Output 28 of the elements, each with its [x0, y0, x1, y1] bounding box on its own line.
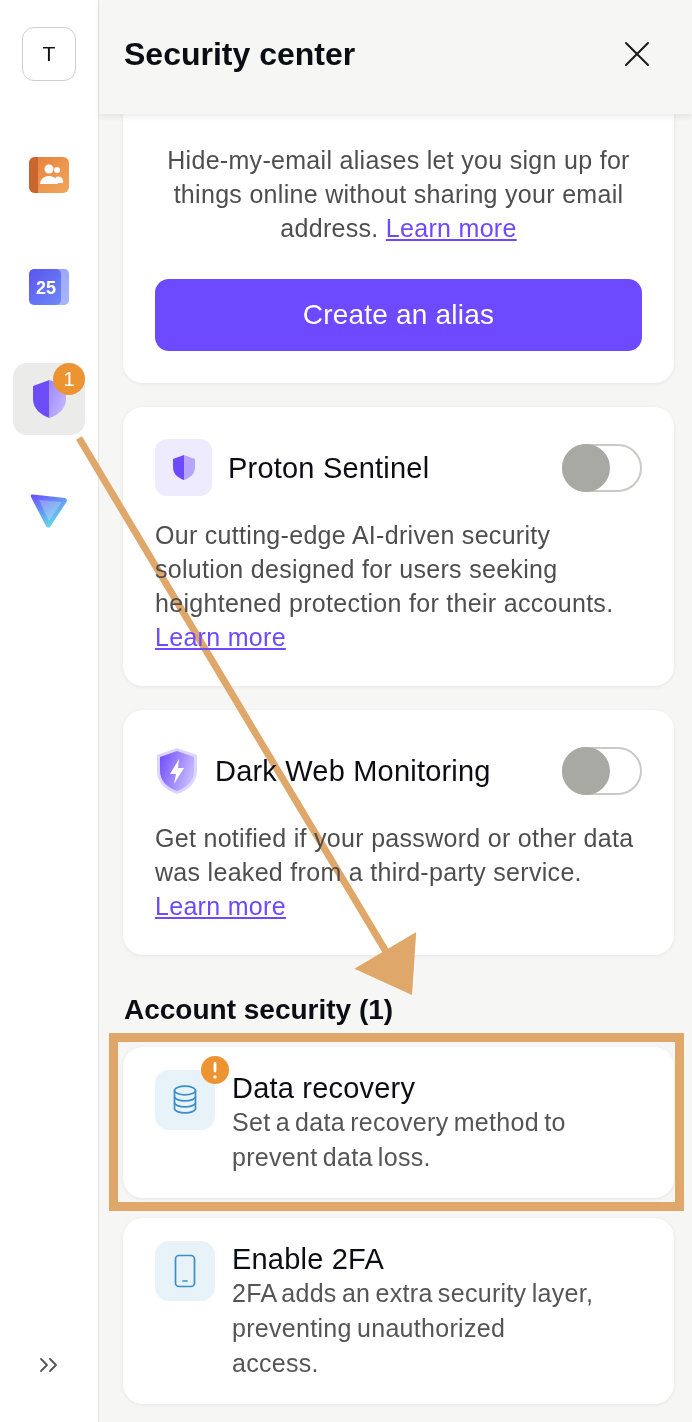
feature-title: Proton Sentinel — [228, 450, 430, 485]
account-item-card[interactable]: Enable 2FA 2FA adds an extra security layer, preventing unauthorized access. — [123, 1218, 674, 1404]
avatar-button[interactable]: T — [22, 27, 76, 81]
section-heading: Account security (1) — [124, 993, 395, 1027]
notification-badge: 1 — [53, 363, 85, 395]
feature-title: Dark Web Monitoring — [215, 753, 491, 788]
create-alias-button[interactable]: Create an alias — [155, 279, 642, 351]
description-text: Hide-my-email aliases let you sign up for things online without sharing your email address. Learn more — [166, 145, 631, 244]
toggle-switch[interactable] — [562, 443, 642, 492]
contacts-icon — [29, 157, 69, 193]
learn-more-link[interactable]: Learn more — [385, 214, 517, 242]
learn-more-link[interactable]: Learn more — [155, 892, 286, 920]
sidebar-item[interactable]: 25 — [13, 251, 85, 323]
item-description: Set a data recovery method to prevent data loss. — [232, 1107, 567, 1173]
item-title: Enable 2FA — [232, 1242, 385, 1276]
shield-lightning-icon — [155, 746, 199, 795]
toggle-switch[interactable] — [562, 746, 642, 795]
panel-title: Security center — [124, 35, 356, 74]
close-icon — [624, 41, 650, 67]
account-item-card[interactable]: Data recovery Set a data recovery method to prevent data loss. — [123, 1047, 674, 1198]
item-title: Data recovery — [232, 1071, 417, 1105]
triangle-icon — [29, 493, 69, 529]
calendar-icon: 25 — [29, 269, 69, 305]
double-chevron-icon — [38, 1357, 60, 1373]
item-description: 2FA adds an extra security layer, preventing unauthorized access. — [232, 1278, 594, 1379]
shield-icon — [155, 439, 212, 496]
phone-icon — [155, 1241, 215, 1301]
database-icon — [155, 1070, 215, 1130]
